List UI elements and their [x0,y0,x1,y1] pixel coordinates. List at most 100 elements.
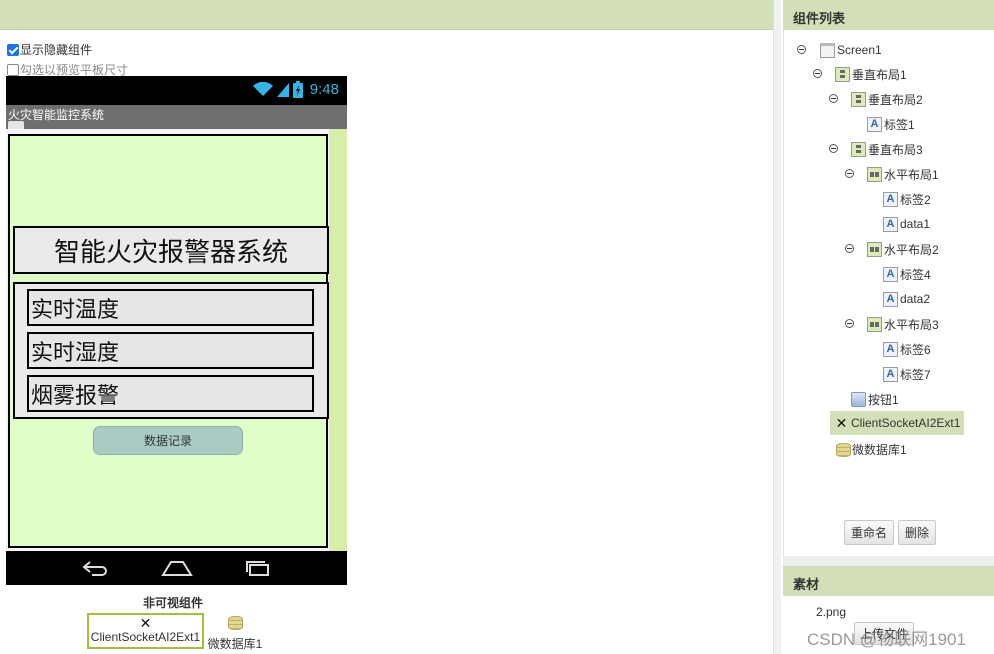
database-icon [227,615,243,630]
tree-node-label: 标签1 [884,117,915,132]
tree-node-label: 标签7 [900,367,931,382]
tree-node-label: 标签6 [900,342,931,357]
component-tree: Screen1 垂直布局1 垂直布局2 A 标签1 垂直布局3 水平布局1 A 标签… [783,30,994,556]
tree-node-label: Screen1 [837,43,882,57]
socket-icon: ✕ [139,615,152,631]
vertical-layout-icon [851,141,866,157]
tree-node-vertical-layout-3[interactable]: 垂直布局3 [851,140,923,158]
vertical-layout-1[interactable]: 智能火灾报警器系统 实时温度 实时湿度 烟雾报警 数据记录 [8,134,329,548]
label-icon: A [883,191,898,207]
tree-node-horizontal-layout-3[interactable]: 水平布局3 [867,315,939,333]
tree-node-label-2[interactable]: A 标签2 [883,190,931,208]
panel-splitter[interactable] [773,0,781,654]
tree-node-label-7[interactable]: A 标签7 [883,365,931,383]
collapse-toggle[interactable] [797,45,806,54]
tree-node-tinydb[interactable]: 微数据库1 [835,440,907,458]
panel-divider [783,556,994,566]
label-icon: A [883,366,898,382]
assets-header: 素材 [783,566,994,596]
tree-node-data1[interactable]: Adata1 [883,215,930,233]
asset-file[interactable]: 2.png [816,605,846,619]
tree-node-label: 标签4 [900,267,931,282]
label-icon: A [883,291,898,307]
phone-preview: 9:48 火灾智能监控系统 智能火灾报警器系统 实时温度 实时湿度 烟雾报警 数… [6,76,347,585]
tree-node-label: 微数据库1 [852,442,907,457]
collapse-toggle[interactable] [829,144,838,153]
home-icon[interactable] [160,560,193,576]
tree-node-horizontal-layout-2[interactable]: 水平布局2 [867,240,939,258]
nonvisible-tinydb-label: 微数据库1 [207,637,263,651]
show-hidden-label: 显示隐藏组件 [20,43,93,57]
horizontal-layout-icon [867,166,882,182]
vertical-layout-icon [851,91,866,107]
tree-node-label: 标签2 [900,192,931,207]
checkbox-unchecked-icon[interactable] [7,63,19,76]
horizontal-layout-icon [867,316,882,332]
smoke-alarm-row[interactable]: 烟雾报警 [27,375,314,412]
tree-node-vertical-layout-2[interactable]: 垂直布局2 [851,90,923,108]
label-icon: A [883,216,898,232]
tree-node-label: 垂直布局3 [868,142,923,157]
tree-node-label-4[interactable]: A 标签4 [883,265,931,283]
viewer-header [0,0,773,30]
tree-node-label: ClientSocketAI2Ext1 [851,416,961,430]
screen-scrollbar[interactable] [329,129,347,551]
tree-node-screen1[interactable]: Screen1 [820,41,882,59]
nonvisible-socket-label: ClientSocketAI2Ext1 [90,630,201,644]
tree-node-label: 垂直布局1 [852,67,907,82]
socket-icon: ✕ [835,414,848,431]
tree-node-vertical-layout-1[interactable]: 垂直布局1 [835,65,907,83]
label-icon: A [883,341,898,357]
database-icon [835,442,851,457]
humidity-row[interactable]: 实时湿度 [27,332,314,369]
back-icon[interactable] [81,560,110,576]
screen1-canvas[interactable]: 智能火灾报警器系统 实时温度 实时湿度 烟雾报警 数据记录 [6,129,347,551]
tree-node-label: 按钮1 [868,392,899,407]
nonvisible-title: 非可视组件 [143,596,204,610]
show-hidden-checkbox[interactable]: 显示隐藏组件 [7,41,92,58]
title-handle [8,121,24,129]
tree-node-label: 水平布局3 [884,317,939,332]
temperature-row[interactable]: 实时温度 [27,289,314,326]
tree-node-horizontal-layout-1[interactable]: 水平布局1 [867,165,939,183]
delete-button[interactable]: 删除 [898,520,936,545]
screen-icon [820,42,835,58]
tree-node-label-6[interactable]: A 标签6 [883,340,931,358]
tree-node-button-1[interactable]: 按钮1 [851,390,899,408]
collapse-toggle[interactable] [845,244,854,253]
tree-node-label: 垂直布局2 [868,92,923,107]
collapse-toggle[interactable] [845,169,854,178]
collapse-toggle[interactable] [813,69,822,78]
data-record-button[interactable]: 数据记录 [93,426,243,455]
checkbox-checked-icon[interactable] [7,43,19,56]
nav-bar [6,551,347,585]
battery-icon [292,81,303,98]
recents-icon[interactable] [244,560,272,576]
vertical-layout-3[interactable]: 实时温度 实时湿度 烟雾报警 [13,282,329,419]
status-time: 9:48 [309,81,339,98]
collapse-toggle[interactable] [829,94,838,103]
tree-node-data2[interactable]: Adata2 [883,290,930,308]
label-icon: A [883,266,898,282]
heading-label[interactable]: 智能火灾报警器系统 [13,226,329,274]
tree-node-label: data2 [900,292,931,306]
rename-button[interactable]: 重命名 [844,520,894,545]
tree-node-label: 水平布局1 [884,167,939,182]
app-title-bar: 火灾智能监控系统 [6,105,347,129]
nonvisible-socket[interactable]: ✕ ClientSocketAI2Ext1 [87,613,204,649]
nonvisible-tinydb[interactable]: 微数据库1 [207,613,263,652]
vertical-layout-icon [835,66,850,82]
tree-node-label-1[interactable]: A 标签1 [867,115,915,133]
horizontal-layout-icon [867,241,882,257]
app-title: 火灾智能监控系统 [8,108,105,122]
signal-icon [276,82,289,97]
components-header: 组件列表 [783,0,994,30]
tree-node-label: data1 [900,217,931,231]
wifi-icon [252,82,273,96]
status-bar: 9:48 [6,76,347,105]
tree-node-label: 水平布局2 [884,242,939,257]
tree-node-client-socket[interactable]: ✕ ClientSocketAI2Ext1 [830,411,965,435]
button-icon [851,391,866,407]
watermark: CSDN @物联网1901 [807,630,966,649]
collapse-toggle[interactable] [845,319,854,328]
